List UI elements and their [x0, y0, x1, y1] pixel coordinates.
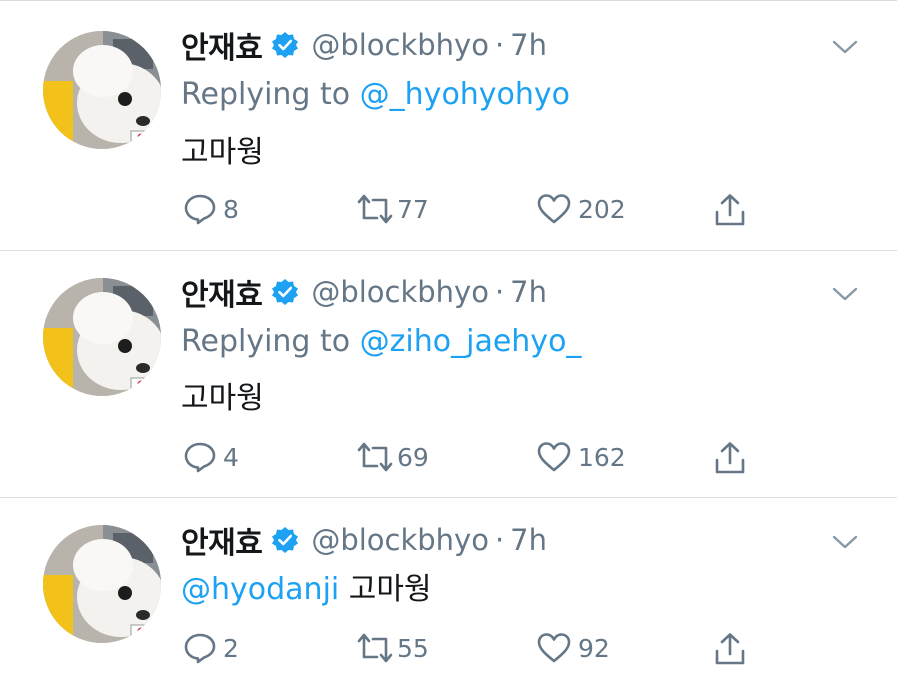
display-name[interactable]: 안재효	[181, 23, 263, 67]
tweet-header: 안재효 @blockbhyo · 7h	[181, 270, 547, 314]
retweet-button[interactable]: 55	[355, 631, 429, 665]
replying-to-line: Replying to @_hyohyohyo	[181, 77, 570, 112]
share-upload-icon	[712, 631, 748, 667]
chevron-down-icon[interactable]	[830, 37, 860, 57]
tweet-feed: 안재효 @blockbhyo · 7h Replying to @_hyohyo…	[0, 0, 897, 686]
timestamp[interactable]: 7h	[510, 523, 547, 557]
reply-button[interactable]: 2	[183, 631, 239, 665]
like-button[interactable]: 92	[536, 631, 610, 665]
tweet-text-content: 고마웡	[348, 572, 432, 607]
verified-badge-icon	[271, 526, 299, 554]
retweet-button[interactable]: 77	[355, 192, 429, 226]
timestamp[interactable]: 7h	[510, 28, 547, 62]
tweet-text: @hyodanji 고마웡	[181, 564, 432, 608]
like-count: 162	[578, 442, 626, 472]
share-button[interactable]	[712, 192, 748, 228]
retweet-button[interactable]: 69	[355, 440, 429, 474]
reply-button[interactable]: 4	[183, 440, 239, 474]
timestamp[interactable]: 7h	[510, 275, 547, 309]
chevron-down-icon[interactable]	[830, 532, 860, 552]
like-button[interactable]: 202	[536, 192, 626, 226]
verified-badge-icon	[271, 31, 299, 59]
divider	[0, 250, 897, 251]
user-handle[interactable]: @blockbhyo	[311, 275, 489, 309]
reply-bubble-icon	[183, 192, 217, 226]
avatar[interactable]	[43, 31, 161, 149]
chevron-down-icon[interactable]	[830, 284, 860, 304]
verified-badge-icon	[271, 278, 299, 306]
tweet-text-content: 고마웡	[181, 381, 264, 416]
replying-to-label: Replying to	[181, 324, 360, 359]
share-upload-icon	[712, 440, 748, 476]
display-name[interactable]: 안재효	[181, 270, 263, 314]
share-button[interactable]	[712, 440, 748, 476]
heart-icon	[536, 631, 572, 665]
separator-dot: ·	[494, 275, 505, 309]
separator-dot: ·	[494, 28, 505, 62]
reply-count: 8	[223, 194, 239, 224]
separator-dot: ·	[494, 523, 505, 557]
avatar[interactable]	[43, 525, 161, 643]
reply-count: 4	[223, 442, 239, 472]
like-button[interactable]: 162	[536, 440, 626, 474]
tweet-actions: 2 55 92	[0, 631, 897, 671]
user-handle[interactable]: @blockbhyo	[311, 28, 489, 62]
tweet-actions: 8 77 202	[0, 192, 897, 232]
reply-count: 2	[223, 633, 239, 663]
retweet-count: 69	[397, 442, 429, 472]
tweet-text-content: 고마웡	[181, 135, 264, 170]
retweet-icon	[355, 440, 395, 474]
reply-mention-link[interactable]: @ziho_jaehyo_	[360, 324, 582, 359]
reply-mention-link[interactable]: @_hyohyohyo	[360, 77, 570, 112]
divider	[0, 497, 897, 498]
like-count: 202	[578, 194, 626, 224]
retweet-icon	[355, 631, 395, 665]
avatar[interactable]	[43, 278, 161, 396]
tweet-text: 고마웡	[181, 127, 264, 171]
heart-icon	[536, 440, 572, 474]
tweet-text: 고마웡	[181, 373, 264, 417]
replying-to-label: Replying to	[181, 77, 360, 112]
reply-button[interactable]: 8	[183, 192, 239, 226]
reply-bubble-icon	[183, 631, 217, 665]
share-upload-icon	[712, 192, 748, 228]
tweet-header: 안재효 @blockbhyo · 7h	[181, 23, 547, 67]
inline-mention-link[interactable]: @hyodanji	[181, 572, 339, 607]
retweet-count: 77	[397, 194, 429, 224]
reply-bubble-icon	[183, 440, 217, 474]
retweet-count: 55	[397, 633, 429, 663]
divider	[0, 0, 897, 1]
user-handle[interactable]: @blockbhyo	[311, 523, 489, 557]
tweet-actions: 4 69 162	[0, 440, 897, 480]
display-name[interactable]: 안재효	[181, 518, 263, 562]
replying-to-line: Replying to @ziho_jaehyo_	[181, 324, 581, 359]
retweet-icon	[355, 192, 395, 226]
tweet-header: 안재효 @blockbhyo · 7h	[181, 518, 547, 562]
like-count: 92	[578, 633, 610, 663]
share-button[interactable]	[712, 631, 748, 667]
heart-icon	[536, 192, 572, 226]
